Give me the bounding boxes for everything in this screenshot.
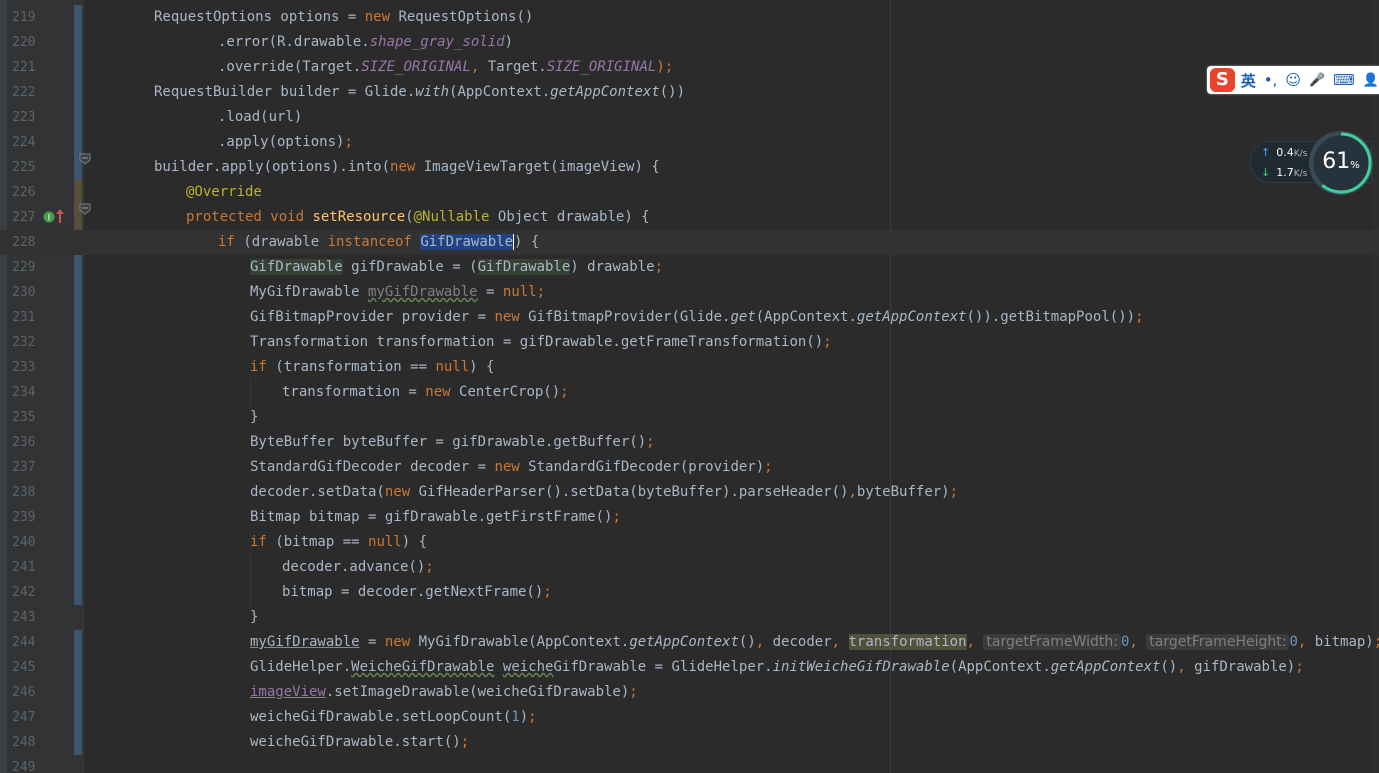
line-number: 221: [12, 60, 36, 75]
punctuation-toggle[interactable]: •,: [1264, 71, 1278, 89]
line-number: 239: [12, 510, 36, 525]
line-number: 237: [12, 460, 36, 475]
download-arrow-icon: ↓: [1261, 166, 1271, 179]
code-lines: 219 RequestOptions options = new Request…: [0, 5, 1379, 773]
svg-text:I: I: [48, 214, 51, 224]
line-number: 220: [12, 35, 36, 50]
code-line-223[interactable]: 223 .load(url): [0, 105, 1379, 130]
code-line-231[interactable]: 231 GifBitmapProvider provider = new Gif…: [0, 305, 1379, 330]
line-number: 236: [12, 435, 36, 450]
fold-icon[interactable]: [78, 202, 92, 216]
line-number: 243: [12, 610, 36, 625]
line-number: 228: [12, 235, 36, 250]
microphone-icon[interactable]: 🎤: [1309, 73, 1325, 88]
selected-text: GifDrawable: [420, 234, 514, 250]
line-number: 224: [12, 135, 36, 150]
code-line-225[interactable]: 225 builder.apply(options).into(new Imag…: [0, 152, 1379, 180]
code-line-239[interactable]: 239 Bitmap bitmap = gifDrawable.getFirst…: [0, 505, 1379, 530]
code-line-245[interactable]: 245 GlideHelper.WeicheGifDrawable weiche…: [0, 655, 1379, 680]
code-line-234[interactable]: 234 transformation = new CenterCrop();: [0, 380, 1379, 405]
line-number: 219: [12, 10, 36, 25]
code-line-232[interactable]: 232 Transformation transformation = gifD…: [0, 330, 1379, 355]
code-line-226[interactable]: 226 @Override: [0, 180, 1379, 205]
line-number: 226: [12, 185, 36, 200]
user-icon[interactable]: 👤: [1363, 73, 1379, 88]
line-number: 245: [12, 660, 36, 675]
code-line-242[interactable]: 242 bitmap = decoder.getNextFrame();: [0, 580, 1379, 605]
ime-toolbar[interactable]: S 英 •, ☺ 🎤 ⌨ 👤: [1207, 66, 1379, 94]
gauge-percent: 61%: [1322, 149, 1360, 174]
line-number: 230: [12, 285, 36, 300]
code-line-235[interactable]: 235 }: [0, 405, 1379, 430]
line-number: 238: [12, 485, 36, 500]
line-number: 240: [12, 535, 36, 550]
code-line-221[interactable]: 221 .override(Target.SIZE_ORIGINAL, Targ…: [0, 55, 1379, 80]
line-number: 232: [12, 335, 36, 350]
line-number: 242: [12, 585, 36, 600]
code-line-236[interactable]: 236 ByteBuffer byteBuffer = gifDrawable.…: [0, 430, 1379, 455]
code-line-227[interactable]: 227 I protected void setResource(@Nullab…: [0, 202, 1379, 230]
memory-usage-gauge[interactable]: 61%: [1309, 131, 1373, 195]
code-line-247[interactable]: 247 weicheGifDrawable.setLoopCount(1);: [0, 705, 1379, 730]
implement-marker-icon[interactable]: I: [43, 211, 55, 223]
code-line-249[interactable]: 249: [0, 755, 1379, 773]
emoji-icon[interactable]: ☺: [1285, 71, 1301, 89]
code-line-230[interactable]: 230 MyGifDrawable myGifDrawable = null;: [0, 280, 1379, 305]
override-arrow-icon[interactable]: [55, 208, 65, 224]
code-editor[interactable]: 219 RequestOptions options = new Request…: [0, 0, 1379, 773]
code-line-222[interactable]: 222 RequestBuilder builder = Glide.with(…: [0, 80, 1379, 105]
code-line-243[interactable]: 243 }: [0, 605, 1379, 630]
upload-speed: ↑ 0.4K/s: [1261, 146, 1308, 159]
line-number: 244: [12, 635, 36, 650]
code-line-220[interactable]: 220 .error(R.drawable.shape_gray_solid): [0, 30, 1379, 55]
sogou-logo-icon[interactable]: S: [1210, 68, 1235, 92]
line-number: 247: [12, 710, 36, 725]
keyboard-icon[interactable]: ⌨: [1333, 71, 1355, 89]
line-number: 229: [12, 260, 36, 275]
code-line-237[interactable]: 237 StandardGifDecoder decoder = new Sta…: [0, 455, 1379, 480]
fold-icon[interactable]: [78, 152, 92, 166]
line-number: 246: [12, 685, 36, 700]
code-line-244[interactable]: 244 myGifDrawable = new MyGifDrawable(Ap…: [0, 630, 1379, 655]
code-line-228[interactable]: 228 if (drawable instanceof GifDrawable)…: [0, 230, 1379, 255]
download-speed: ↓ 1.7K/s: [1261, 166, 1308, 179]
line-number: 233: [12, 360, 36, 375]
line-number: 235: [12, 410, 36, 425]
line-number: 231: [12, 310, 36, 325]
code-line-241[interactable]: 241 decoder.advance();: [0, 555, 1379, 580]
upload-arrow-icon: ↑: [1261, 146, 1271, 159]
code-line-219[interactable]: 219 RequestOptions options = new Request…: [0, 5, 1379, 30]
line-number: 234: [12, 385, 36, 400]
code-line-240[interactable]: 240 if (bitmap == null) {: [0, 530, 1379, 555]
line-number: 241: [12, 560, 36, 575]
line-number: 222: [12, 85, 36, 100]
ime-mode-toggle[interactable]: 英: [1241, 70, 1256, 91]
line-number: 249: [12, 760, 36, 773]
param-hint: targetFrameHeight:: [1146, 634, 1290, 650]
code-line-238[interactable]: 238 decoder.setData(new GifHeaderParser(…: [0, 480, 1379, 505]
code-line-233[interactable]: 233 if (transformation == null) {: [0, 355, 1379, 380]
line-number: 223: [12, 110, 36, 125]
line-number: 248: [12, 735, 36, 750]
param-hint: targetFrameWidth:: [983, 634, 1121, 650]
code-line-224[interactable]: 224 .apply(options);: [0, 130, 1379, 155]
code-line-229[interactable]: 229 GifDrawable gifDrawable = (GifDrawab…: [0, 255, 1379, 280]
code-line-246[interactable]: 246 imageView.setImageDrawable(weicheGif…: [0, 680, 1379, 705]
code-line-248[interactable]: 248 weicheGifDrawable.start();: [0, 730, 1379, 755]
